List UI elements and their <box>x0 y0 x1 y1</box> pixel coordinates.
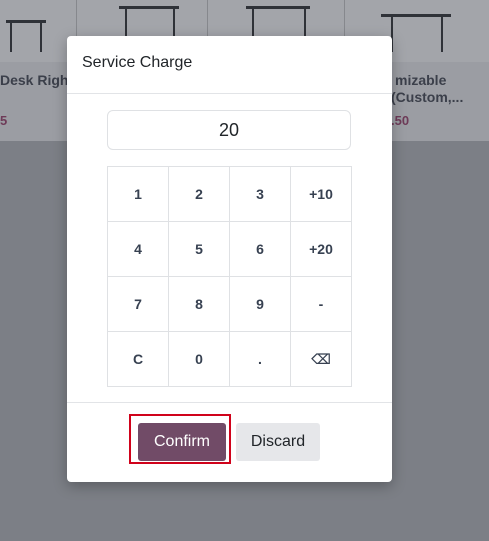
numpad-key-5[interactable]: 5 <box>169 222 229 276</box>
numpad-key-0[interactable]: 0 <box>169 332 229 386</box>
confirm-button[interactable]: Confirm <box>138 423 226 461</box>
footer-divider <box>67 402 392 403</box>
numpad-key-decimal[interactable]: . <box>230 332 290 386</box>
numpad-key-8[interactable]: 8 <box>169 277 229 331</box>
amount-display[interactable]: 20 <box>107 110 351 150</box>
numpad-key-3[interactable]: 3 <box>230 167 290 221</box>
service-charge-dialog: Service Charge 20 1 2 3 +10 4 5 6 +20 7 … <box>67 36 392 482</box>
numpad-key-6[interactable]: 6 <box>230 222 290 276</box>
product-price: 5 <box>0 113 8 128</box>
numpad-key-minus[interactable]: - <box>291 277 351 331</box>
numpad-key-4[interactable]: 4 <box>108 222 168 276</box>
product-name: Desk Right <box>0 72 74 88</box>
product-price: .50 <box>391 113 410 128</box>
numpad-key-2[interactable]: 2 <box>169 167 229 221</box>
header-divider <box>67 93 392 94</box>
discard-button[interactable]: Discard <box>236 423 320 461</box>
numpad-key-7[interactable]: 7 <box>108 277 168 331</box>
product-name: mizable <box>395 72 447 88</box>
numpad-key-plus-20[interactable]: +20 <box>291 222 351 276</box>
numpad-key-1[interactable]: 1 <box>108 167 168 221</box>
backspace-icon[interactable]: ⌫ <box>291 332 351 386</box>
numpad-key-clear[interactable]: C <box>108 332 168 386</box>
numpad: 1 2 3 +10 4 5 6 +20 7 8 9 - C 0 . ⌫ <box>107 166 352 387</box>
numpad-key-plus-10[interactable]: +10 <box>291 167 351 221</box>
product-name-line2: (Custom,... <box>391 89 464 105</box>
product-card[interactable]: Desk Right 5 <box>0 0 77 141</box>
product-image <box>0 0 76 62</box>
numpad-key-9[interactable]: 9 <box>230 277 290 331</box>
dialog-title: Service Charge <box>82 54 193 71</box>
